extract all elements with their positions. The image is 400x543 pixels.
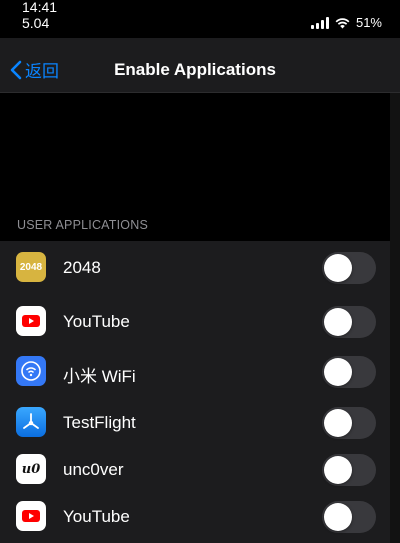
- status-date: 5.04: [22, 15, 50, 31]
- toggle-knob: [324, 254, 352, 282]
- page-title: Enable Applications: [114, 60, 276, 79]
- status-time: 14:41: [22, 0, 58, 15]
- battery-percent: 51%: [355, 15, 382, 30]
- app-name: 小米 WiFi: [63, 367, 136, 386]
- toggle-knob: [324, 358, 352, 386]
- list-item-2048: 2048 2048: [0, 243, 390, 291]
- toggle-switch[interactable]: [322, 454, 376, 486]
- toggle-switch[interactable]: [322, 306, 376, 338]
- wifi-icon: [335, 17, 350, 28]
- section-header: USER APPLICATIONS: [17, 218, 148, 232]
- youtube-icon: [16, 501, 46, 531]
- signal-icon: [310, 16, 329, 29]
- testflight-icon: [16, 407, 46, 437]
- 2048-icon-text: 2048: [19, 261, 43, 273]
- navigation-bar: 返回 Enable Applications: [0, 38, 400, 93]
- list-item-youtube: YouTube: [0, 297, 390, 345]
- toggle-knob: [324, 456, 352, 484]
- toggle-knob: [324, 308, 352, 336]
- toggle-knob: [324, 503, 352, 531]
- youtube-icon: [16, 306, 46, 336]
- unc0ver-icon-text: u0: [21, 461, 41, 477]
- header-spacer: [0, 93, 390, 213]
- app-name: YouTube: [63, 507, 130, 526]
- status-indicators: 51%: [310, 15, 382, 30]
- mi-wifi-icon: [16, 356, 46, 386]
- 2048-app-icon: 2048: [16, 252, 46, 282]
- app-name: 2048: [63, 258, 101, 277]
- status-bar: 14:41 5.04 51%: [0, 0, 400, 38]
- unc0ver-icon: u0: [16, 454, 46, 484]
- list-item-testflight: TestFlight: [0, 398, 390, 446]
- list-item-unc0ver: u0 unc0ver: [0, 445, 390, 493]
- list-item-youtube: YouTube: [0, 492, 390, 540]
- app-name: YouTube: [63, 312, 130, 331]
- toggle-switch[interactable]: [322, 501, 376, 533]
- app-list: 2048 2048 YouTube 小米 WiFi TestFlight u0 …: [0, 241, 390, 543]
- app-name: unc0ver: [63, 460, 124, 479]
- right-edge: [390, 93, 400, 543]
- toggle-switch[interactable]: [322, 407, 376, 439]
- list-item-mi-wifi: 小米 WiFi: [0, 347, 390, 395]
- toggle-switch[interactable]: [322, 252, 376, 284]
- app-name: TestFlight: [63, 413, 136, 432]
- toggle-knob: [324, 409, 352, 437]
- toggle-switch[interactable]: [322, 356, 376, 388]
